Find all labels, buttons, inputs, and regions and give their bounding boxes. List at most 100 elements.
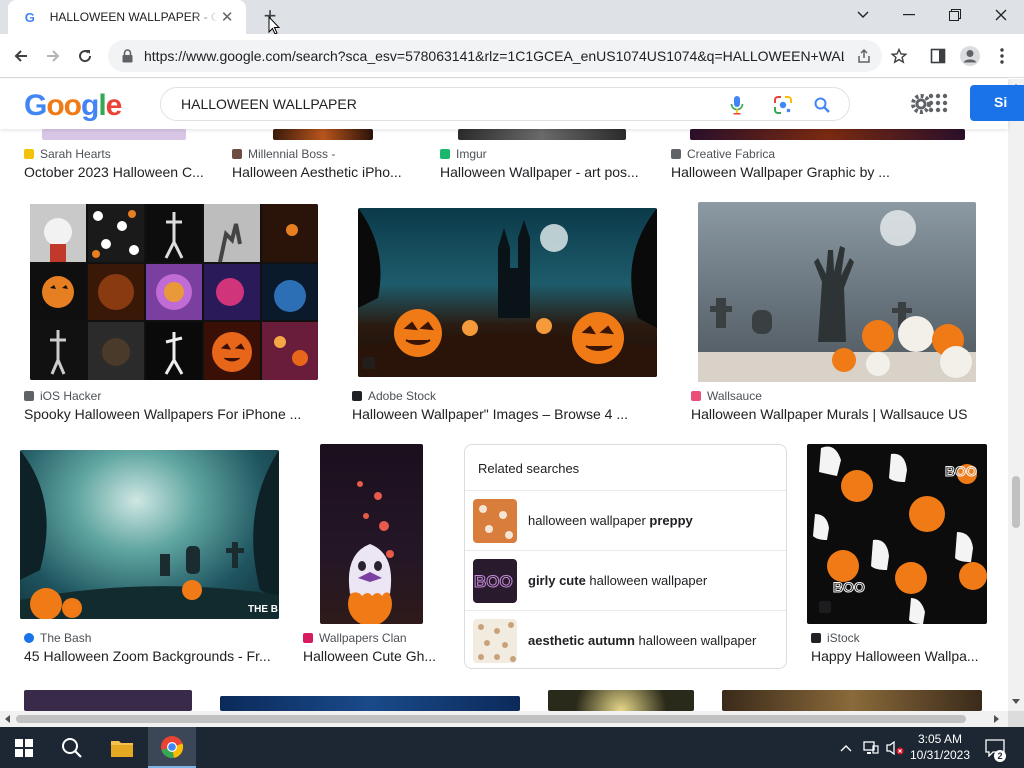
browser-toolbar: https://www.google.com/search?sca_esv=57… <box>0 34 1024 78</box>
result-title[interactable]: Happy Halloween Wallpa... <box>811 648 979 664</box>
taskbar-search-icon[interactable] <box>48 727 96 768</box>
scrollbar-corner <box>1008 711 1024 727</box>
horizontal-scrollbar-thumb[interactable] <box>16 715 966 723</box>
result-image-imgur[interactable] <box>458 129 626 140</box>
tab-strip: G HALLOWEEN WALLPAPER - Google Search ✕ … <box>0 0 1024 35</box>
clock-date: 10/31/2023 <box>909 748 971 762</box>
notification-center-icon[interactable]: 2 <box>980 727 1010 768</box>
result-image-istock-ghost-pattern[interactable]: BOO BOO <box>807 444 987 624</box>
result-title[interactable]: Halloween Cute Gh... <box>303 648 436 664</box>
related-search-bold: aesthetic autumn <box>528 633 635 648</box>
result-image-creative-fabrica[interactable] <box>690 129 965 140</box>
result-title[interactable]: Halloween Wallpaper Murals | Wallsauce U… <box>691 406 967 422</box>
browser-tab-active[interactable]: G HALLOWEEN WALLPAPER - Google Search ✕ <box>8 0 246 34</box>
forward-arrow-icon[interactable] <box>40 43 66 69</box>
result-source[interactable]: Millennial Boss - <box>232 147 335 161</box>
result-source[interactable]: Wallpapers Clan <box>303 631 407 645</box>
back-arrow-icon[interactable] <box>8 43 34 69</box>
google-apps-grid-icon[interactable] <box>928 93 948 113</box>
result-title[interactable]: October 2023 Halloween C... <box>24 164 204 180</box>
system-clock[interactable]: 3:05 AM 10/31/2023 <box>904 731 976 763</box>
result-image-millennial-boss[interactable] <box>273 129 373 140</box>
lock-icon[interactable] <box>120 48 134 64</box>
the-bash-favicon-icon <box>24 633 34 643</box>
reload-icon[interactable] <box>72 43 98 69</box>
result-image-wallpapers-clan-ghost[interactable] <box>320 444 423 624</box>
result-source[interactable]: Imgur <box>440 147 487 161</box>
tab-close-icon[interactable]: ✕ <box>218 8 236 26</box>
spooky-forest-graphic: THE B <box>20 450 279 619</box>
windows-taskbar: 3:05 AM 10/31/2023 2 <box>0 727 1024 768</box>
vertical-scrollbar[interactable] <box>1008 79 1024 711</box>
graveyard-scene-graphic <box>698 210 976 382</box>
result-source-label: Millennial Boss - <box>248 147 336 161</box>
image-badge-icon <box>363 357 375 369</box>
close-window-button[interactable] <box>978 0 1024 30</box>
chrome-taskbar-icon[interactable] <box>148 727 196 768</box>
search-query-text[interactable]: HALLOWEEN WALLPAPER <box>181 96 357 112</box>
result-image-the-bash-zoom-background[interactable]: THE B <box>20 450 279 619</box>
thumb-watermark-text: THE B <box>248 604 278 615</box>
side-panel-icon[interactable] <box>925 43 951 69</box>
result-image-adobe-stock-castle[interactable] <box>358 208 657 377</box>
result-title[interactable]: Halloween Wallpaper" Images – Browse 4 .… <box>352 406 628 422</box>
result-title[interactable]: Halloween Wallpaper - art pos... <box>440 164 639 180</box>
voice-search-mic-icon[interactable] <box>727 95 747 115</box>
profile-avatar-icon[interactable] <box>957 43 983 69</box>
result-source[interactable]: Adobe Stock <box>352 389 436 403</box>
result-source[interactable]: iOS Hacker <box>24 389 101 403</box>
result-image-row4-a[interactable] <box>24 690 192 711</box>
search-icon[interactable] <box>812 95 832 115</box>
url-text[interactable]: https://www.google.com/search?sca_esv=57… <box>144 48 844 64</box>
tab-search-chevron-icon[interactable] <box>840 0 886 30</box>
show-hidden-icons-chevron-icon[interactable] <box>836 727 856 768</box>
result-source[interactable]: Sarah Hearts <box>24 147 111 161</box>
notification-count-badge: 2 <box>994 750 1006 762</box>
scroll-left-arrow-icon[interactable] <box>4 715 10 723</box>
result-source[interactable]: Creative Fabrica <box>671 147 775 161</box>
file-explorer-icon[interactable] <box>98 727 146 768</box>
chrome-menu-icon[interactable] <box>989 43 1015 69</box>
share-icon[interactable] <box>854 46 874 66</box>
result-source[interactable]: iStock <box>811 631 860 645</box>
related-thumb-aesthetic-autumn <box>473 619 517 663</box>
autumn-pattern-graphic <box>478 622 516 662</box>
google-lens-icon[interactable] <box>773 95 793 115</box>
bookmark-star-icon[interactable] <box>886 43 912 69</box>
result-source[interactable]: Wallsauce <box>691 389 762 403</box>
related-search-item[interactable]: aesthetic autumn halloween wallpaper <box>465 610 786 670</box>
windows-start-icon[interactable] <box>0 727 48 768</box>
vertical-scrollbar-thumb[interactable] <box>1012 476 1020 528</box>
wallsauce-favicon-icon <box>691 391 701 401</box>
result-title[interactable]: Halloween Wallpaper Graphic by ... <box>671 164 890 180</box>
pumpkin-ghost-pattern-graphic: BOO BOO <box>813 446 987 624</box>
result-image-row4-b[interactable] <box>220 696 520 711</box>
horizontal-scrollbar[interactable] <box>0 711 1008 727</box>
logo-letter: e <box>105 89 123 122</box>
scroll-right-arrow-icon[interactable] <box>994 715 1000 723</box>
related-search-item[interactable]: halloween wallpaper preppy <box>465 490 786 550</box>
result-image-ios-hacker-collage[interactable] <box>30 204 318 380</box>
network-icon[interactable] <box>860 727 882 768</box>
minimize-button[interactable] <box>886 0 932 30</box>
google-halloween-doodle-logo[interactable]: Google <box>24 89 123 123</box>
address-bar[interactable]: https://www.google.com/search?sca_esv=57… <box>108 40 882 72</box>
volume-muted-icon[interactable] <box>884 727 906 768</box>
result-title[interactable]: Spooky Halloween Wallpapers For iPhone .… <box>24 406 301 422</box>
sign-in-button[interactable]: Si <box>970 85 1024 121</box>
related-search-item[interactable]: BOO girly cute halloween wallpaper <box>465 550 786 610</box>
result-image-sarah-hearts[interactable] <box>42 129 186 140</box>
result-source[interactable]: The Bash <box>24 631 91 645</box>
collage-graphic <box>30 204 318 380</box>
result-title[interactable]: 45 Halloween Zoom Backgrounds - Fr... <box>24 648 271 664</box>
result-image-row4-c[interactable] <box>548 690 694 711</box>
result-title[interactable]: Halloween Aesthetic iPho... <box>232 164 402 180</box>
restore-button[interactable] <box>932 0 978 30</box>
logo-letter: G <box>24 89 47 122</box>
result-source-label: Imgur <box>456 147 487 161</box>
logo-letter: l <box>98 89 106 122</box>
search-input[interactable]: HALLOWEEN WALLPAPER <box>160 87 850 121</box>
scroll-down-arrow-icon[interactable] <box>1012 699 1020 705</box>
result-image-wallsauce-zombie-hand[interactable] <box>698 202 976 382</box>
result-image-row4-d[interactable] <box>722 690 982 711</box>
